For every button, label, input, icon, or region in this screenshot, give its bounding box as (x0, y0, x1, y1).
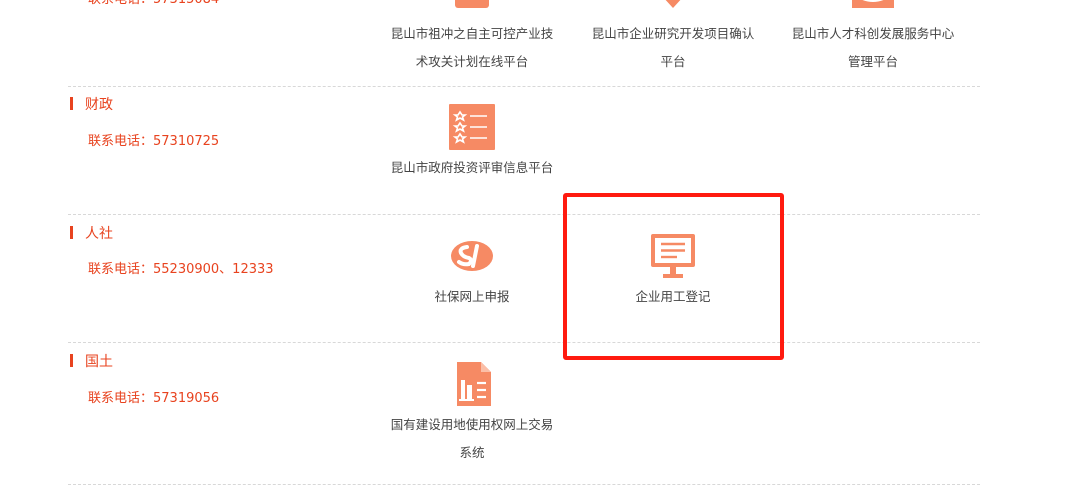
dept-finance-name: 财政 (70, 96, 113, 114)
service-social-security-declare[interactable]: 社保网上申报 (377, 233, 567, 311)
service-label: 昆山市人才科创发展服务中心 管理平台 (791, 26, 955, 69)
dept-hr-phone: 联系电话：55230900、12333 (88, 262, 274, 277)
service-zuchongzhi-platform[interactable]: 昆山市祖冲之自主可控产业技 术攻关计划在线平台 (377, 0, 567, 76)
land-document-icon (449, 361, 495, 407)
service-land-trading-system[interactable]: 国有建设用地使用权网上交易 系统 (377, 361, 567, 467)
document-icon (449, 0, 495, 16)
service-label: 昆山市企业研究开发项目确认 平台 (591, 26, 755, 69)
dept-hr-name: 人社 (70, 225, 113, 243)
award-icon (650, 0, 696, 16)
service-directory: 联系电话：57315084 昆山市祖冲之自主可控产业技术攻关计划在线平台 昆山市… (0, 0, 1080, 490)
service-label: 社保网上申报 (434, 289, 510, 304)
phone-top: 联系电话：57315084 (88, 0, 219, 9)
service-label: 昆山市政府投资评审信息平台 (390, 160, 554, 175)
dept-land-phone: 联系电话：57319056 (88, 391, 220, 406)
dept-finance-phone: 联系电话：57310725 (88, 134, 220, 149)
monitor-icon (650, 233, 696, 279)
list-document-icon (449, 104, 495, 150)
service-investment-review-platform[interactable]: 昆山市政府投资评审信息平台 (377, 104, 567, 182)
si-logo-icon (449, 233, 495, 279)
dept-land-name: 国土 (70, 353, 113, 371)
section-divider (68, 484, 980, 485)
service-employment-registration[interactable]: 企业用工登记 (578, 233, 768, 311)
section-divider (68, 342, 980, 343)
service-label: 国有建设用地使用权网上交易 系统 (390, 417, 554, 460)
section-divider (68, 214, 980, 215)
service-label: 企业用工登记 (635, 289, 711, 304)
service-rd-project-platform[interactable]: 昆山市企业研究开发项目确认 平台 (578, 0, 768, 76)
folder-icon (850, 0, 896, 16)
service-label: 昆山市祖冲之自主可控产业技 术攻关计划在线平台 (390, 26, 554, 69)
service-talent-center-platform[interactable]: 昆山市人才科创发展服务中心 管理平台 (778, 0, 968, 76)
section-divider (68, 86, 980, 87)
